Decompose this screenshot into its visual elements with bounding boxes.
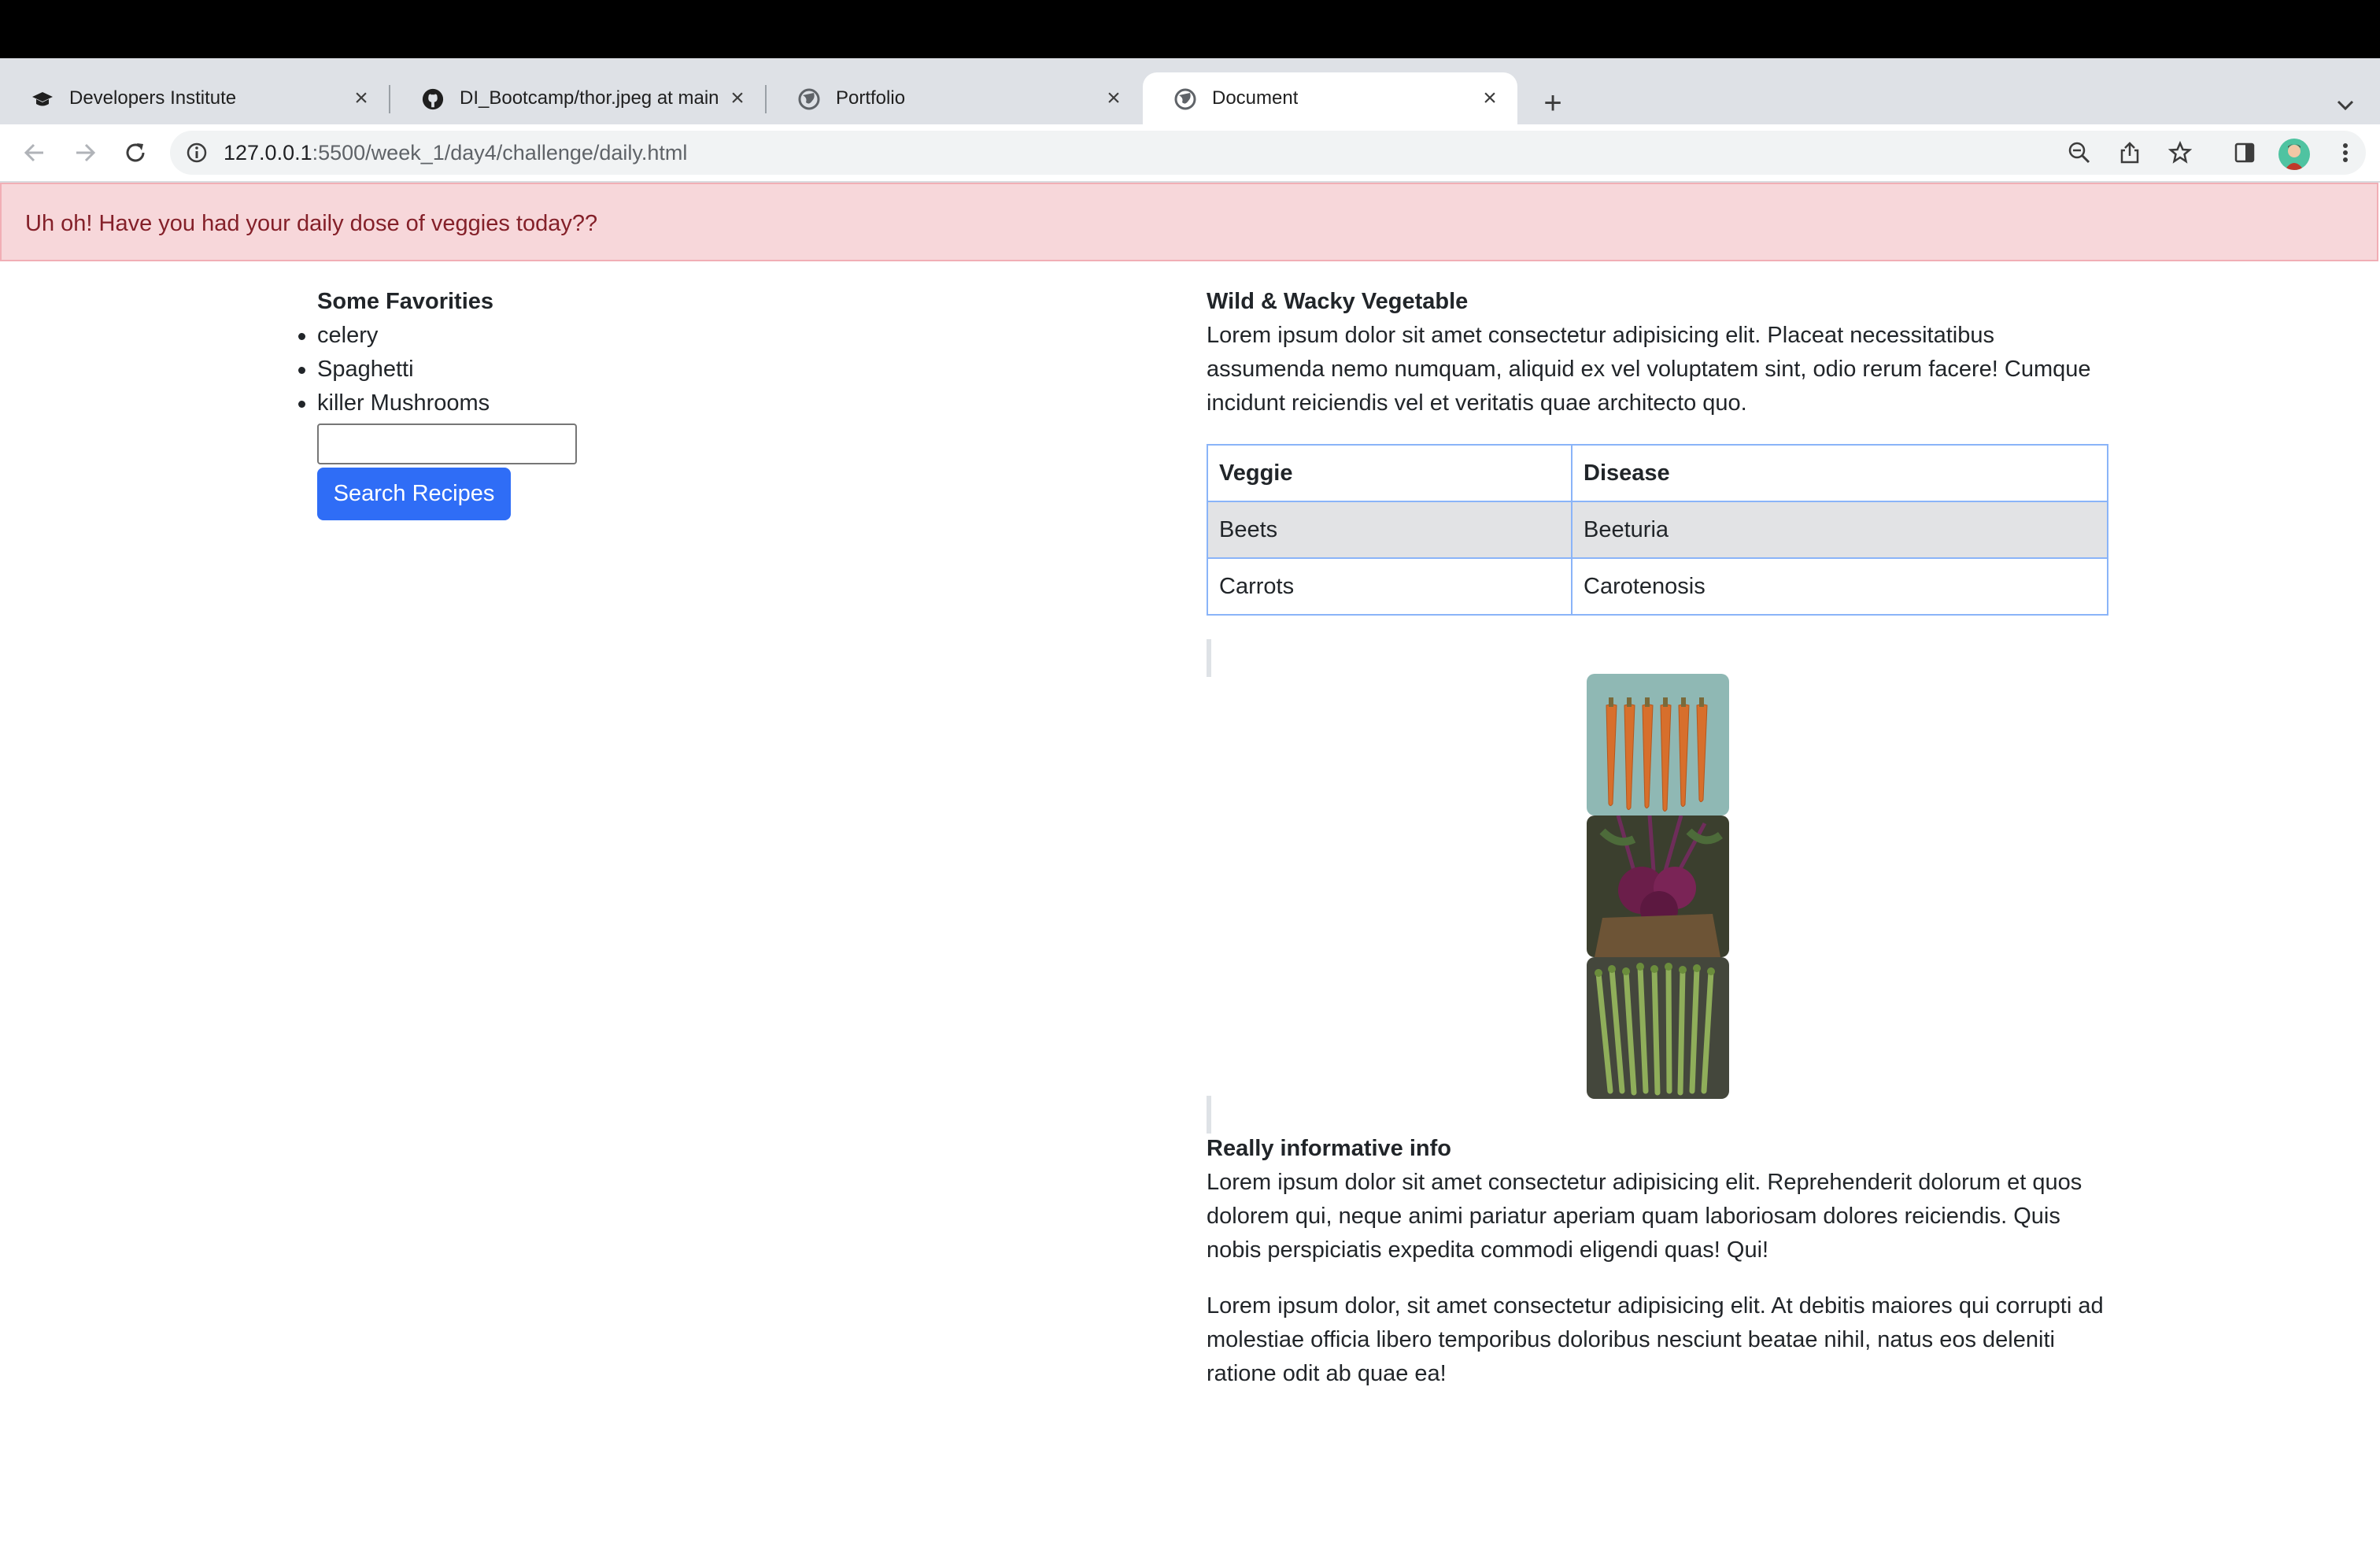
system-top-bar xyxy=(0,0,2380,58)
list-item: celery xyxy=(298,319,789,353)
blockquote-border-bottom xyxy=(1207,1096,1211,1134)
tab-title: DI_Bootcamp/thor.jpeg at main xyxy=(460,87,718,109)
tab-title: Document xyxy=(1212,87,1299,109)
vegetable-image-stack xyxy=(1587,674,1729,1099)
info-heading: Really informative info xyxy=(1207,1136,1452,1161)
site-info-icon[interactable] xyxy=(186,142,208,164)
new-tab-button[interactable]: + xyxy=(1535,85,1571,121)
table-header-row: Veggie Disease xyxy=(1207,444,2108,502)
table-header-cell: Disease xyxy=(1571,444,2108,502)
table-cell: Carrots xyxy=(1207,557,1572,616)
veggie-alert-banner: Uh oh! Have you had your daily dose of v… xyxy=(0,183,2378,261)
zoom-icon[interactable] xyxy=(2064,137,2095,168)
more-menu-icon[interactable] xyxy=(2330,137,2361,168)
asparagus-image xyxy=(1587,957,1729,1099)
article-text: Lorem ipsum dolor sit amet consectetur a… xyxy=(1207,323,2091,416)
globe-icon xyxy=(1174,88,1196,110)
table-cell: Carotenosis xyxy=(1571,557,2108,616)
table-cell: Beeturia xyxy=(1571,501,2108,559)
beets-image xyxy=(1587,816,1729,957)
url-path: :5500/week_1/day4/challenge/daily.html xyxy=(312,141,688,165)
back-button[interactable] xyxy=(16,134,54,172)
reload-button[interactable] xyxy=(116,134,154,172)
url-host: 127.0.0.1 xyxy=(224,141,312,165)
globe-icon xyxy=(798,88,820,110)
table-row: Carrots Carotenosis xyxy=(1207,557,2108,616)
close-tab-icon[interactable]: × xyxy=(1102,85,1125,111)
info-paragraph-2: Lorem ipsum dolor, sit amet consectetur … xyxy=(1207,1293,2104,1386)
browser-toolbar: 127.0.0.1:5500/week_1/day4/challenge/dai… xyxy=(0,124,2380,183)
url-text: 127.0.0.1:5500/week_1/day4/challenge/dai… xyxy=(224,140,687,165)
github-icon xyxy=(422,88,444,110)
tab-search-dropdown-icon[interactable] xyxy=(2330,90,2361,121)
close-tab-icon[interactable]: × xyxy=(349,85,373,111)
tab-title: Portfolio xyxy=(836,87,906,109)
recipe-search-input[interactable] xyxy=(317,423,577,464)
carrots-image xyxy=(1587,674,1729,816)
article-heading: Wild & Wacky Vegetable xyxy=(1207,289,1469,314)
list-item: killer Mushrooms xyxy=(298,386,789,420)
close-tab-icon[interactable]: × xyxy=(726,85,749,111)
graduation-cap-icon xyxy=(31,88,54,110)
browser-tab-strip: Developers Institute × DI_Bootcamp/thor.… xyxy=(0,58,2380,124)
table-cell: Beets xyxy=(1207,501,1572,559)
tab-portfolio[interactable]: Portfolio × xyxy=(767,72,1141,124)
informative-info-section: Really informative info Lorem ipsum dolo… xyxy=(1207,1132,2109,1391)
favorites-heading: Some Favorities xyxy=(317,289,494,314)
close-tab-icon[interactable]: × xyxy=(1478,85,1502,111)
tab-github-thor[interactable]: DI_Bootcamp/thor.jpeg at main × xyxy=(390,72,767,124)
bookmark-star-icon[interactable] xyxy=(2164,137,2196,168)
share-icon[interactable] xyxy=(2114,137,2145,168)
table-row: Beets Beeturia xyxy=(1207,501,2108,559)
forward-button[interactable] xyxy=(66,134,104,172)
tab-developers-institute[interactable]: Developers Institute × xyxy=(0,72,390,124)
search-recipes-button[interactable]: Search Recipes xyxy=(317,468,511,520)
veggie-disease-table: Veggie Disease Beets Beeturia Carrots Ca… xyxy=(1207,444,2108,616)
side-panel-icon[interactable] xyxy=(2229,137,2260,168)
tab-title: Developers Institute xyxy=(69,87,237,109)
list-item: Spaghetti xyxy=(298,353,789,386)
table-header-cell: Veggie xyxy=(1207,444,1572,502)
favorites-section: Some Favorities celery Spaghetti killer … xyxy=(298,285,789,520)
tab-document[interactable]: Document × xyxy=(1143,72,1517,124)
vegetable-article: Wild & Wacky Vegetable Lorem ipsum dolor… xyxy=(1207,285,2109,1386)
favorites-list: celery Spaghetti killer Mushrooms xyxy=(298,319,789,420)
blockquote-border-top xyxy=(1207,639,1211,677)
address-bar[interactable]: 127.0.0.1:5500/week_1/day4/challenge/dai… xyxy=(170,131,2366,175)
profile-avatar[interactable] xyxy=(2278,139,2310,170)
info-paragraph-1: Lorem ipsum dolor sit amet consectetur a… xyxy=(1207,1170,2082,1263)
